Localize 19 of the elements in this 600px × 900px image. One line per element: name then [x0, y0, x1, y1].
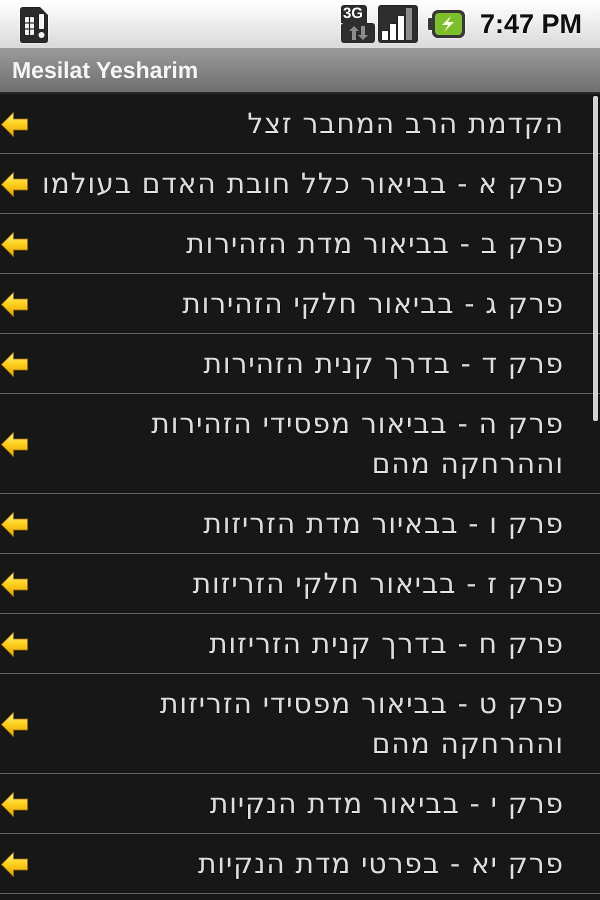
network-type-label: 3G: [340, 5, 367, 23]
arrow-left-icon: [1, 292, 28, 316]
sim-card-alert-icon: [18, 6, 50, 44]
arrow-left-icon: [1, 112, 28, 136]
arrow-left-icon: [1, 792, 28, 816]
arrow-left-icon: [1, 352, 28, 376]
clock-time: 7:47 PM: [480, 10, 582, 38]
data-transfer-arrows-icon: [340, 23, 375, 43]
signal-strength-icon: [378, 5, 418, 43]
arrow-left-icon: [1, 432, 28, 456]
arrow-left-icon: [1, 572, 28, 596]
arrow-left-icon: [1, 172, 28, 196]
arrow-left-icon: [1, 852, 28, 876]
arrow-left-icon: [1, 232, 28, 256]
arrow-left-icon: [1, 512, 28, 536]
arrow-left-icon: [1, 712, 28, 736]
arrow-left-icon: [1, 632, 28, 656]
app-title: Mesilat Yesharim: [12, 58, 198, 82]
battery-charging-icon: [428, 9, 466, 39]
